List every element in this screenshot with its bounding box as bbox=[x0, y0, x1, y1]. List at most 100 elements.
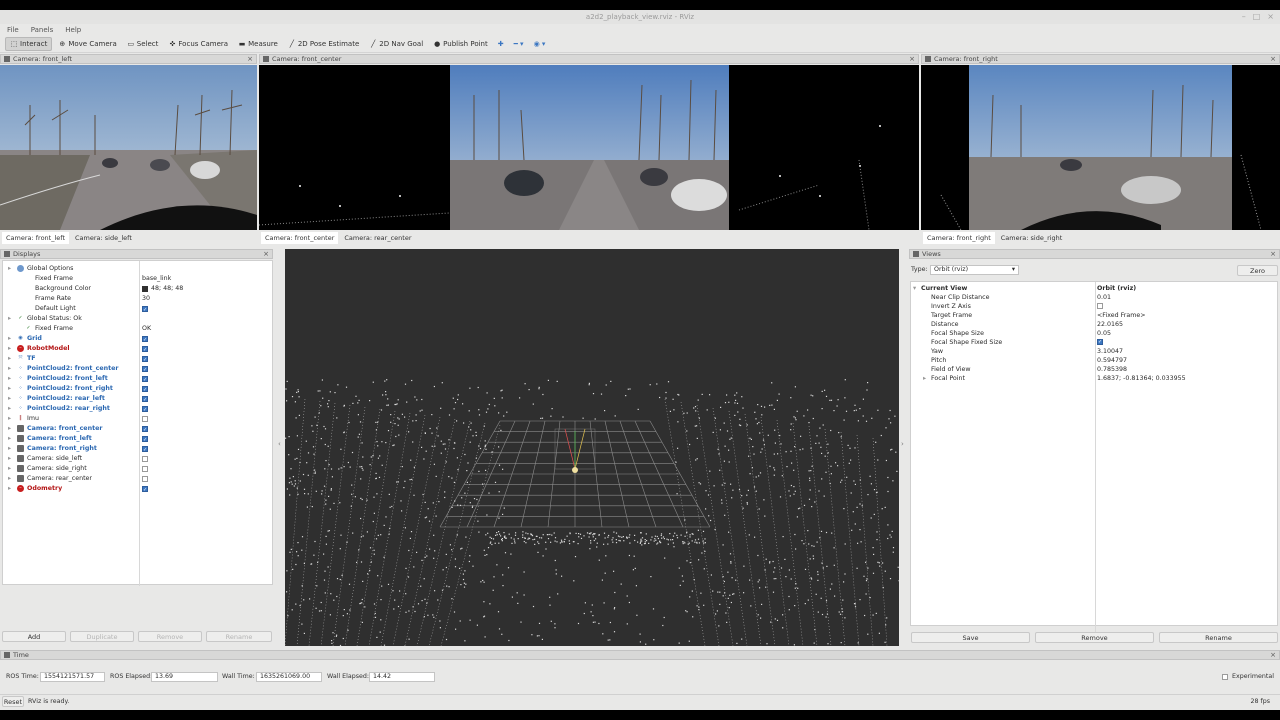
display-row[interactable]: ▸ – RobotModel bbox=[3, 344, 273, 355]
expand-arrow-icon[interactable]: ▸ bbox=[8, 264, 11, 274]
tab-front-right[interactable]: Camera: front_right bbox=[923, 232, 995, 244]
expand-arrow-icon[interactable]: ▾ bbox=[913, 284, 916, 293]
tool-2d-pose-estimate[interactable]: ╱ 2D Pose Estimate bbox=[284, 37, 363, 51]
display-value[interactable]: base_link bbox=[142, 274, 171, 284]
display-row[interactable]: Background Color 48; 48; 48 bbox=[3, 284, 273, 294]
view-property-row[interactable]: Target Frame <Fixed Frame> bbox=[911, 311, 1277, 320]
expand-arrow-icon[interactable]: ▸ bbox=[8, 334, 11, 344]
view-property-row[interactable]: Near Clip Distance 0.01 bbox=[911, 293, 1277, 302]
view-property-value[interactable]: 0.01 bbox=[1097, 293, 1111, 302]
view-property-row[interactable]: Invert Z Axis bbox=[911, 302, 1277, 311]
expand-arrow-icon[interactable]: ▸ bbox=[8, 314, 11, 324]
display-row[interactable]: ▸ ⁘ PointCloud2: front_right bbox=[3, 384, 273, 395]
view-property-value[interactable]: <Fixed Frame> bbox=[1097, 311, 1146, 320]
tab-front-left[interactable]: Camera: front_left bbox=[2, 232, 70, 244]
view-property-value[interactable]: 22.0165 bbox=[1097, 320, 1123, 329]
view-type-select[interactable]: Orbit (rviz) ▾ bbox=[930, 265, 1019, 275]
close-icon[interactable]: × bbox=[247, 55, 253, 63]
display-row[interactable]: ▸ ⤧ TF bbox=[3, 354, 273, 365]
display-checkbox[interactable] bbox=[142, 466, 148, 472]
remove-display-button[interactable]: Remove bbox=[138, 631, 202, 642]
display-value[interactable]: 30 bbox=[142, 294, 150, 304]
display-checkbox[interactable] bbox=[142, 416, 148, 422]
close-icon[interactable]: × bbox=[909, 55, 915, 63]
display-row[interactable]: Default Light bbox=[3, 304, 273, 315]
close-icon[interactable]: × bbox=[1270, 250, 1276, 258]
tool-2d-nav-goal[interactable]: ╱ 2D Nav Goal bbox=[365, 37, 427, 51]
close-icon[interactable]: × bbox=[1270, 651, 1276, 659]
wall-time-field[interactable]: 1635261069.00 bbox=[256, 672, 322, 682]
save-view-button[interactable]: Save bbox=[911, 632, 1030, 643]
display-value[interactable]: OK bbox=[142, 324, 151, 334]
display-checkbox[interactable] bbox=[142, 305, 148, 315]
display-row[interactable]: ▸ ⁘ PointCloud2: rear_left bbox=[3, 394, 273, 405]
tool-focus-camera[interactable]: ✜ Focus Camera bbox=[164, 37, 232, 51]
display-checkbox[interactable] bbox=[142, 445, 148, 455]
tab-side-right[interactable]: Camera: side_right bbox=[996, 232, 1067, 244]
display-checkbox[interactable] bbox=[142, 405, 148, 415]
duplicate-button[interactable]: Duplicate bbox=[70, 631, 134, 642]
display-row[interactable]: ▸ Camera: rear_center bbox=[3, 474, 273, 484]
tab-front-center[interactable]: Camera: front_center bbox=[261, 232, 339, 244]
display-checkbox[interactable] bbox=[142, 355, 148, 365]
menu-help[interactable]: Help bbox=[65, 24, 81, 36]
display-row[interactable]: ▸ ‖ Imu bbox=[3, 414, 273, 424]
minimize-icon[interactable]: – bbox=[1242, 10, 1246, 24]
view-property-value[interactable]: Orbit (rviz) bbox=[1097, 284, 1136, 293]
display-checkbox[interactable] bbox=[142, 345, 148, 355]
expand-arrow-icon[interactable]: ▸ bbox=[8, 374, 11, 384]
view-property-row[interactable]: ▸ Focal Point 1.6837; -0.81364; 0.033955 bbox=[911, 374, 1277, 383]
remove-tool-icon[interactable]: ━ ▾ bbox=[510, 37, 528, 51]
camera-center-view[interactable] bbox=[259, 65, 919, 230]
view-property-value[interactable]: 0.785398 bbox=[1097, 365, 1127, 374]
expand-arrow-icon[interactable]: ▸ bbox=[8, 344, 11, 354]
experimental-checkbox[interactable] bbox=[1222, 674, 1228, 680]
view-property-value[interactable]: 1.6837; -0.81364; 0.033955 bbox=[1097, 374, 1186, 383]
view-property-row[interactable]: Pitch 0.594797 bbox=[911, 356, 1277, 365]
tool-interact[interactable]: ⬚ Interact bbox=[5, 37, 53, 51]
display-row[interactable]: ▸ Camera: side_right bbox=[3, 464, 273, 474]
expand-arrow-icon[interactable]: ▸ bbox=[8, 404, 11, 414]
wall-elapsed-field[interactable]: 14.42 bbox=[369, 672, 435, 682]
expand-arrow-icon[interactable]: ▸ bbox=[8, 364, 11, 374]
tool-publish-point[interactable]: ● Publish Point bbox=[429, 37, 492, 51]
collapse-right-icon[interactable]: › bbox=[901, 440, 904, 448]
close-icon[interactable]: × bbox=[263, 250, 269, 258]
view-property-row[interactable]: Distance 22.0165 bbox=[911, 320, 1277, 329]
display-checkbox[interactable] bbox=[142, 485, 148, 495]
expand-arrow-icon[interactable]: ▸ bbox=[8, 424, 11, 434]
view-property-value[interactable]: 3.10047 bbox=[1097, 347, 1123, 356]
view-property-row[interactable]: Yaw 3.10047 bbox=[911, 347, 1277, 356]
view-property-row[interactable]: Focal Shape Fixed Size bbox=[911, 338, 1277, 347]
display-row[interactable]: ▸ ⁘ PointCloud2: front_center bbox=[3, 364, 273, 375]
display-row[interactable]: ▸ ⁘ PointCloud2: rear_right bbox=[3, 404, 273, 415]
display-row[interactable]: ▸ Global Options bbox=[3, 264, 273, 274]
remove-view-button[interactable]: Remove bbox=[1035, 632, 1154, 643]
view-property-value[interactable]: 0.05 bbox=[1097, 329, 1111, 338]
expand-arrow-icon[interactable]: ▸ bbox=[8, 454, 11, 464]
rename-view-button[interactable]: Rename bbox=[1159, 632, 1278, 643]
display-checkbox[interactable] bbox=[142, 435, 148, 445]
display-checkbox[interactable] bbox=[142, 335, 148, 345]
display-row[interactable]: ▸ ⁘ PointCloud2: front_left bbox=[3, 374, 273, 385]
display-row[interactable]: Frame Rate 30 bbox=[3, 294, 273, 304]
expand-arrow-icon[interactable]: ▸ bbox=[8, 484, 11, 494]
reset-button[interactable]: Reset bbox=[2, 696, 24, 707]
maximize-icon[interactable]: □ bbox=[1253, 10, 1261, 24]
zero-button[interactable]: Zero bbox=[1237, 265, 1278, 276]
tool-measure[interactable]: ▬ Measure bbox=[234, 37, 282, 51]
display-checkbox[interactable] bbox=[142, 375, 148, 385]
menu-panels[interactable]: Panels bbox=[31, 24, 54, 36]
expand-arrow-icon[interactable]: ▸ bbox=[8, 394, 11, 404]
expand-arrow-icon[interactable]: ▸ bbox=[8, 444, 11, 454]
camera-left-view[interactable] bbox=[0, 65, 257, 230]
tool-select[interactable]: ▭ Select bbox=[123, 37, 163, 51]
camera-right-view[interactable] bbox=[921, 65, 1280, 230]
display-checkbox[interactable] bbox=[142, 385, 148, 395]
display-checkbox[interactable] bbox=[142, 425, 148, 435]
display-row[interactable]: ▸ Camera: front_right bbox=[3, 444, 273, 455]
expand-arrow-icon[interactable]: ▸ bbox=[923, 374, 926, 383]
ros-elapsed-field[interactable]: 13.69 bbox=[151, 672, 218, 682]
expand-arrow-icon[interactable]: ▸ bbox=[8, 434, 11, 444]
expand-arrow-icon[interactable]: ▸ bbox=[8, 474, 11, 484]
